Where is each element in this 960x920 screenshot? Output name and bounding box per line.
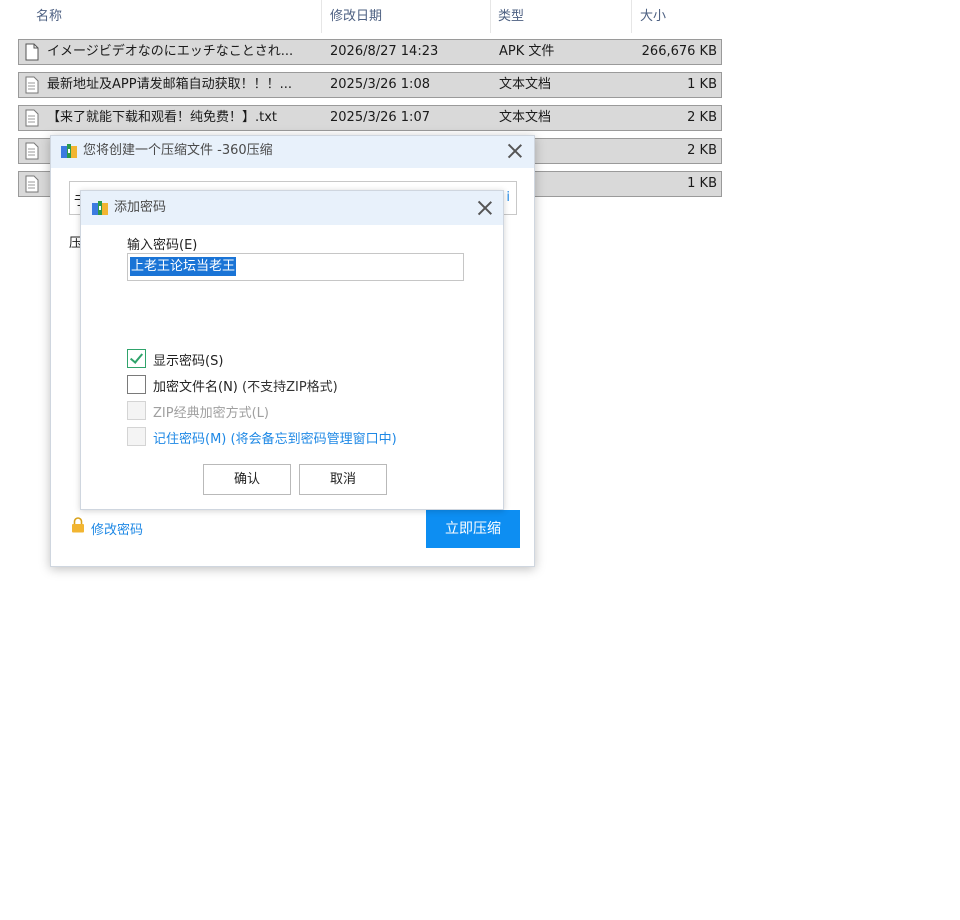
file-name: イメージビデオなのにエッチなことされ...: [47, 44, 294, 59]
column-name-label: 名称: [36, 9, 63, 24]
column-type-label: 类型: [498, 9, 525, 24]
close-icon[interactable]: [475, 198, 495, 218]
text-file-icon: [25, 76, 39, 94]
file-date: 2025/3/26 1:07: [330, 110, 430, 125]
password-value: 上老王论坛当老王: [130, 257, 237, 276]
sort-arrow-icon: ^: [186, 0, 196, 7]
add-password-titlebar[interactable]: 添加密码: [81, 191, 503, 225]
file-row[interactable]: イメージビデオなのにエッチなことされ... 2026/8/27 14:23 AP…: [18, 39, 722, 65]
compress-now-button[interactable]: 立即压缩: [426, 510, 520, 548]
show-password-checkbox[interactable]: [127, 349, 146, 368]
file-date: 2026/8/27 14:23: [330, 44, 439, 59]
encrypt-filenames-label: 加密文件名(N) (不支持ZIP格式): [153, 376, 338, 395]
file-icon: [25, 43, 39, 61]
confirm-button[interactable]: 确认: [203, 464, 291, 495]
text-file-icon: [25, 109, 39, 127]
column-name[interactable]: 名称: [18, 0, 322, 33]
column-header: 名称 修改日期 类型 大小 ^: [18, 0, 726, 33]
file-size: 2 KB: [687, 110, 717, 125]
file-type: APK 文件: [499, 44, 555, 59]
archive-app-icon: [61, 144, 77, 158]
remember-password-text: 记住密码(M): [153, 432, 227, 447]
file-name: 最新地址及APP请发邮箱自动获取！！！...: [47, 77, 292, 92]
column-size[interactable]: 大小: [632, 0, 726, 33]
file-size: 266,676 KB: [641, 44, 717, 59]
remember-password-label: 记住密码(M) (将会备忘到密码管理窗口中): [153, 428, 397, 447]
modify-password-label: 修改密码: [91, 523, 144, 538]
compress-dialog-title: 您将创建一个压缩文件 -360压缩: [83, 143, 273, 158]
show-password-label: 显示密码(S): [153, 354, 224, 369]
zip-classic-checkbox: [127, 401, 146, 420]
archive-app-icon: [92, 201, 108, 215]
file-row[interactable]: 【来了就能下载和观看！纯免费！】.txt 2025/3/26 1:07 文本文档…: [18, 105, 722, 131]
cancel-button[interactable]: 取消: [299, 464, 387, 495]
compress-dialog-titlebar[interactable]: 您将创建一个压缩文件 -360压缩: [51, 136, 534, 168]
add-password-dialog: 添加密码 输入密码(E) 上老王论坛当老王 显示密码(S) 加密文件名(N) (…: [80, 190, 504, 510]
encrypt-filenames-text: 加密文件名(N): [153, 380, 238, 395]
remember-password-note: (将会备忘到密码管理窗口中): [226, 432, 397, 447]
password-input-label: 输入密码(E): [127, 238, 198, 253]
text-file-icon: [25, 142, 39, 160]
column-date[interactable]: 修改日期: [322, 0, 491, 33]
file-size: 1 KB: [687, 176, 717, 191]
lock-icon: [72, 517, 84, 533]
zip-classic-label: ZIP经典加密方式(L): [153, 406, 269, 421]
file-size: 2 KB: [687, 143, 717, 158]
file-type: 文本文档: [499, 110, 552, 125]
password-input[interactable]: 上老王论坛当老王: [127, 253, 464, 281]
close-icon[interactable]: [505, 141, 525, 161]
file-type: 文本文档: [499, 77, 552, 92]
encrypt-filenames-checkbox[interactable]: [127, 375, 146, 394]
file-name: 【来了就能下载和观看！纯免费！】.txt: [47, 110, 278, 125]
add-password-title: 添加密码: [114, 200, 167, 215]
file-date: 2025/3/26 1:08: [330, 77, 430, 92]
encrypt-filenames-note: (不支持ZIP格式): [237, 380, 338, 395]
file-row[interactable]: 最新地址及APP请发邮箱自动获取！！！... 2025/3/26 1:08 文本…: [18, 72, 722, 98]
remember-password-checkbox[interactable]: [127, 427, 146, 446]
archive-name-right-fragment: i: [506, 190, 510, 205]
column-size-label: 大小: [640, 9, 667, 24]
text-file-icon: [25, 175, 39, 193]
column-type[interactable]: 类型: [491, 0, 632, 33]
column-date-label: 修改日期: [330, 9, 383, 24]
file-size: 1 KB: [687, 77, 717, 92]
